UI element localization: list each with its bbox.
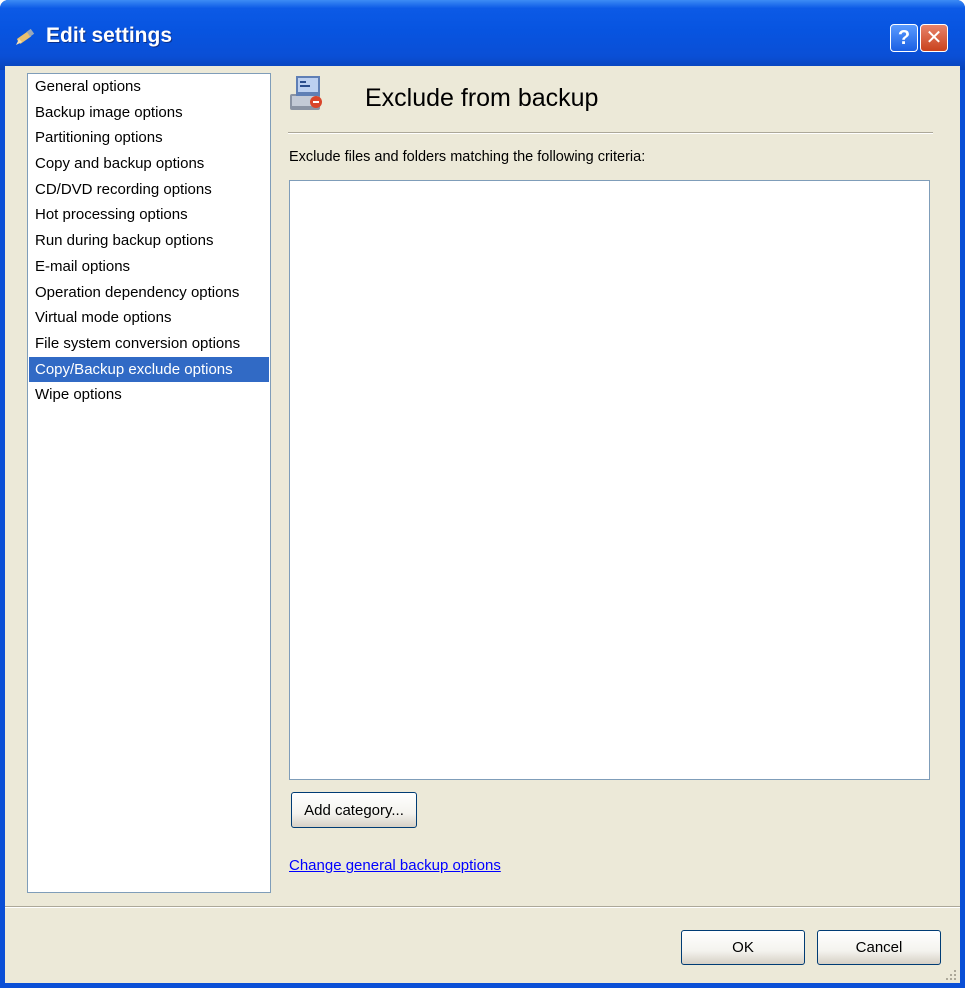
page-title: Exclude from backup xyxy=(365,84,599,112)
criteria-label: Exclude files and folders matching the f… xyxy=(289,149,646,165)
sidebar-item[interactable]: Virtual mode options xyxy=(29,305,269,331)
window-title: Edit settings xyxy=(46,24,173,47)
cancel-button[interactable]: Cancel xyxy=(817,930,941,965)
sidebar-item[interactable]: Copy/Backup exclude options xyxy=(29,356,269,383)
ok-button[interactable]: OK xyxy=(681,930,805,965)
sidebar-item[interactable]: File system conversion options xyxy=(29,331,269,357)
sidebar-item[interactable]: CD/DVD recording options xyxy=(29,177,269,203)
dialog-body: General options Backup image options Parti… xyxy=(5,66,960,983)
change-backup-options-link[interactable]: Change general backup options xyxy=(289,857,501,874)
help-icon: ? xyxy=(897,27,911,49)
close-icon: ✕ xyxy=(925,27,943,49)
close-button[interactable]: ✕ xyxy=(920,24,948,52)
footer-divider xyxy=(5,906,960,908)
exclude-criteria-list[interactable] xyxy=(289,180,930,780)
settings-pencil-icon xyxy=(16,28,35,45)
sidebar-item[interactable]: E-mail options xyxy=(29,254,269,280)
help-button[interactable]: ? xyxy=(890,24,918,52)
sidebar-item[interactable]: General options xyxy=(29,74,269,100)
sidebar-item[interactable]: Backup image options xyxy=(29,100,269,126)
title-bar[interactable]: Edit settings ? ✕ xyxy=(0,0,965,70)
sidebar-item[interactable]: Partitioning options xyxy=(29,125,269,151)
sidebar-item[interactable]: Operation dependency options xyxy=(29,280,269,306)
resize-grip-icon[interactable] xyxy=(943,968,957,981)
sidebar-item[interactable]: Copy and backup options xyxy=(29,151,269,177)
sidebar-item[interactable]: Wipe options xyxy=(29,382,269,408)
sidebar-item[interactable]: Hot processing options xyxy=(29,202,269,228)
edit-settings-window: Edit settings ? ✕ General options Backup … xyxy=(0,0,965,988)
options-list[interactable]: General options Backup image options Parti… xyxy=(27,73,271,893)
header-divider xyxy=(288,132,933,134)
backup-exclude-icon xyxy=(290,76,322,110)
sidebar-item[interactable]: Run during backup options xyxy=(29,228,269,254)
add-category-button[interactable]: Add category... xyxy=(291,792,417,828)
